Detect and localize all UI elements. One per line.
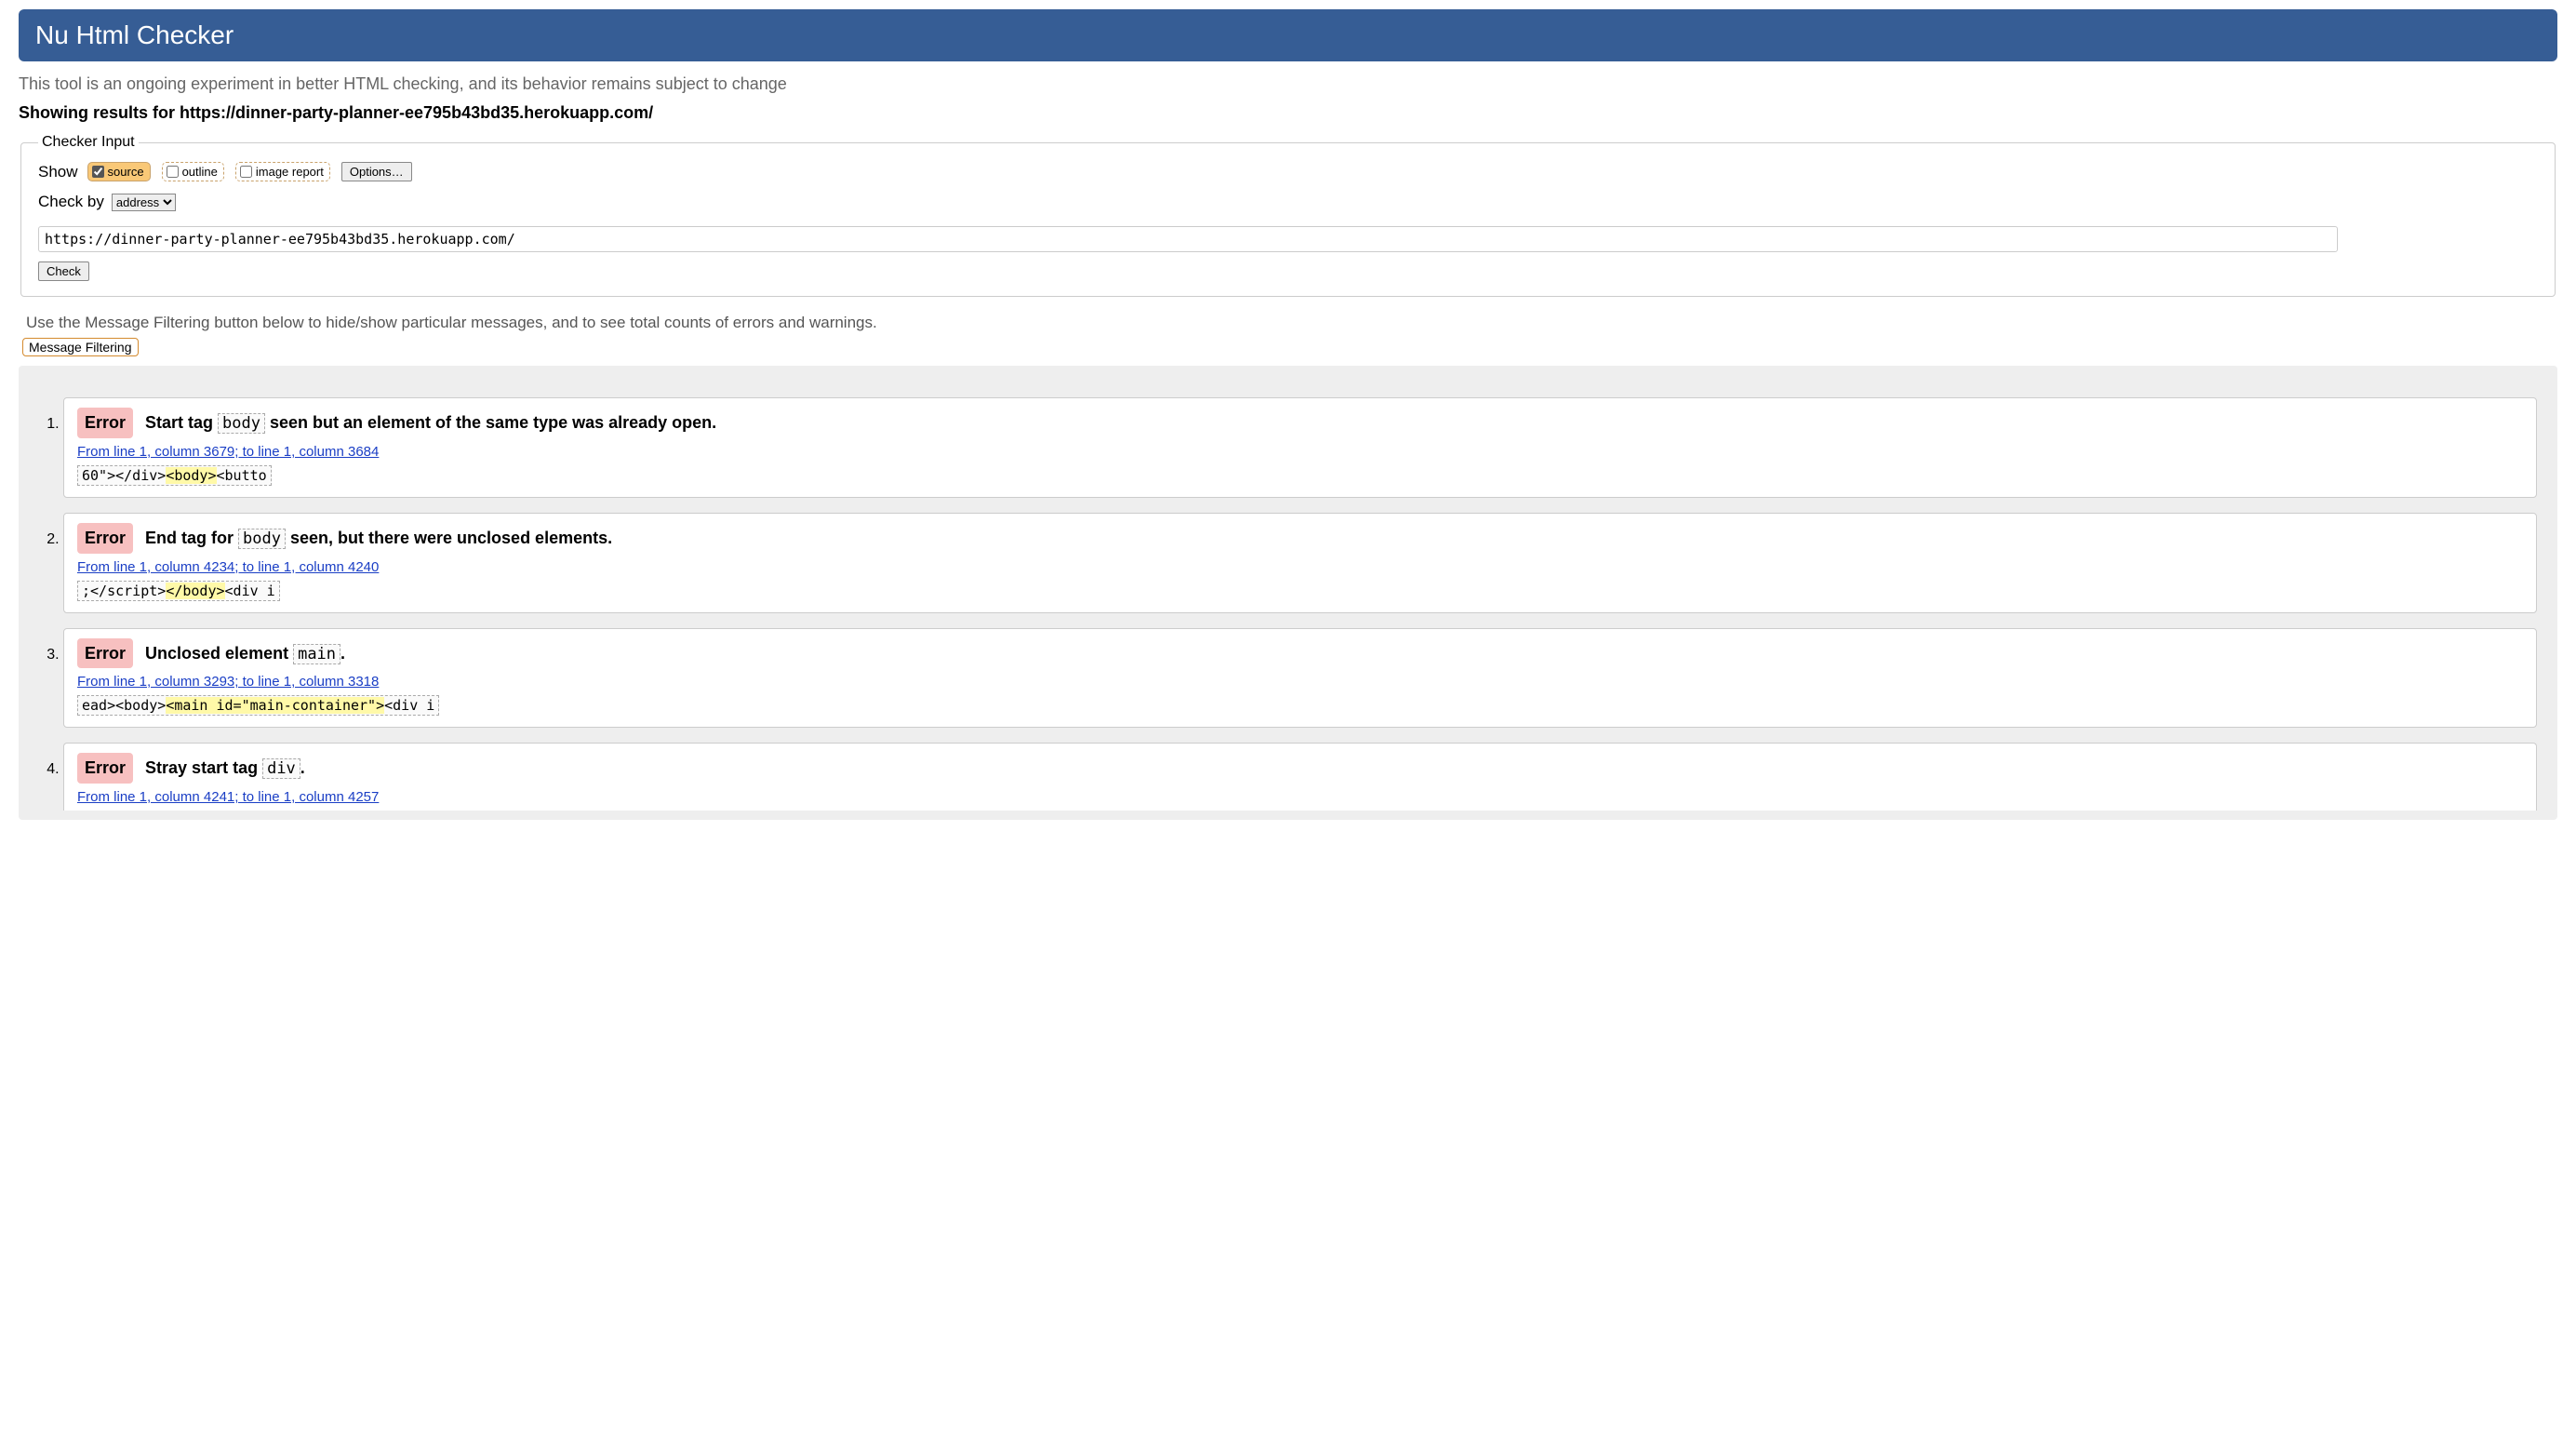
message-text-post: seen but an element of the same type was… — [265, 413, 716, 432]
outline-checkbox[interactable] — [167, 166, 179, 178]
extract-post: <div i — [384, 697, 434, 714]
location-link[interactable]: From line 1, column 4234; to line 1, col… — [77, 559, 379, 575]
message-item: Error Stray start tag div. From line 1, … — [63, 743, 2537, 811]
message-text-pre: Start tag — [145, 413, 218, 432]
tagline-text: This tool is an ongoing experiment in be… — [19, 74, 2557, 94]
message-text-post: seen, but there were unclosed elements. — [286, 529, 612, 547]
extract-pre: ead><body> — [82, 697, 166, 714]
options-button[interactable]: Options… — [341, 162, 412, 181]
page-title: Nu Html Checker — [35, 20, 234, 49]
extract-pre: ;</script> — [82, 583, 166, 599]
source-checkbox[interactable] — [92, 166, 104, 178]
message-tag: body — [218, 413, 265, 434]
message-tag: main — [293, 644, 340, 664]
image-report-checkbox[interactable] — [240, 166, 252, 178]
error-badge: Error — [77, 408, 133, 438]
results-for-prefix: Showing results for — [19, 103, 180, 122]
error-badge: Error — [77, 523, 133, 554]
checkby-row: Check by address — [38, 193, 2538, 211]
message-heading: Error Unclosed element main. — [77, 638, 2523, 669]
outline-checkbox-wrap[interactable]: outline — [162, 162, 224, 181]
messages-list: Error Start tag body seen but an element… — [39, 397, 2537, 811]
message-tag: div — [262, 758, 300, 779]
code-extract: ead><body><main id="main-container"><div… — [77, 695, 439, 716]
source-checkbox-wrap[interactable]: source — [87, 162, 151, 181]
location-link[interactable]: From line 1, column 4241; to line 1, col… — [77, 789, 379, 805]
extract-highlight: <main id="main-container"> — [166, 697, 384, 714]
message-heading: Error End tag for body seen, but there w… — [77, 523, 2523, 554]
message-text-pre: End tag for — [145, 529, 238, 547]
extract-post: <butto — [217, 467, 267, 484]
message-tag: body — [238, 529, 286, 549]
show-row: Show source outline image report Options… — [38, 162, 2538, 181]
checkby-select[interactable]: address — [112, 194, 176, 211]
extract-post: <div i — [225, 583, 275, 599]
message-item: Error End tag for body seen, but there w… — [63, 513, 2537, 613]
message-text-pre: Stray start tag — [145, 758, 262, 777]
error-badge: Error — [77, 638, 133, 669]
message-text-post: . — [300, 758, 305, 777]
results-for-url: https://dinner-party-planner-ee795b43bd3… — [180, 103, 653, 122]
message-item: Error Unclosed element main. From line 1… — [63, 628, 2537, 729]
extract-highlight: <body> — [166, 467, 216, 484]
message-text-post: . — [340, 644, 345, 663]
message-text-pre: Unclosed element — [145, 644, 293, 663]
message-heading: Error Stray start tag div. — [77, 753, 2523, 784]
check-button[interactable]: Check — [38, 261, 89, 281]
checker-input-legend: Checker Input — [38, 134, 139, 151]
image-report-checkbox-label: image report — [256, 165, 324, 179]
location-link[interactable]: From line 1, column 3293; to line 1, col… — [77, 674, 379, 690]
url-input[interactable] — [38, 226, 2338, 252]
checker-input-fieldset: Checker Input Show source outline image … — [20, 134, 2556, 297]
results-area: Error Start tag body seen but an element… — [19, 366, 2557, 820]
page-banner: Nu Html Checker — [19, 9, 2557, 61]
message-heading: Error Start tag body seen but an element… — [77, 408, 2523, 438]
image-report-checkbox-wrap[interactable]: image report — [235, 162, 330, 181]
results-for: Showing results for https://dinner-party… — [19, 103, 2557, 123]
checkby-label: Check by — [38, 193, 104, 211]
extract-pre: 60"></div> — [82, 467, 166, 484]
message-filtering-button[interactable]: Message Filtering — [22, 338, 139, 356]
message-item: Error Start tag body seen but an element… — [63, 397, 2537, 498]
show-label: Show — [38, 163, 78, 181]
extract-highlight: </body> — [166, 583, 224, 599]
code-extract: ;</script></body><div i — [77, 581, 280, 601]
location-link[interactable]: From line 1, column 3679; to line 1, col… — [77, 444, 379, 460]
error-badge: Error — [77, 753, 133, 784]
code-extract: 60"></div><body><butto — [77, 465, 272, 486]
source-checkbox-label: source — [108, 165, 144, 179]
filter-hint: Use the Message Filtering button below t… — [26, 314, 2557, 332]
outline-checkbox-label: outline — [182, 165, 218, 179]
